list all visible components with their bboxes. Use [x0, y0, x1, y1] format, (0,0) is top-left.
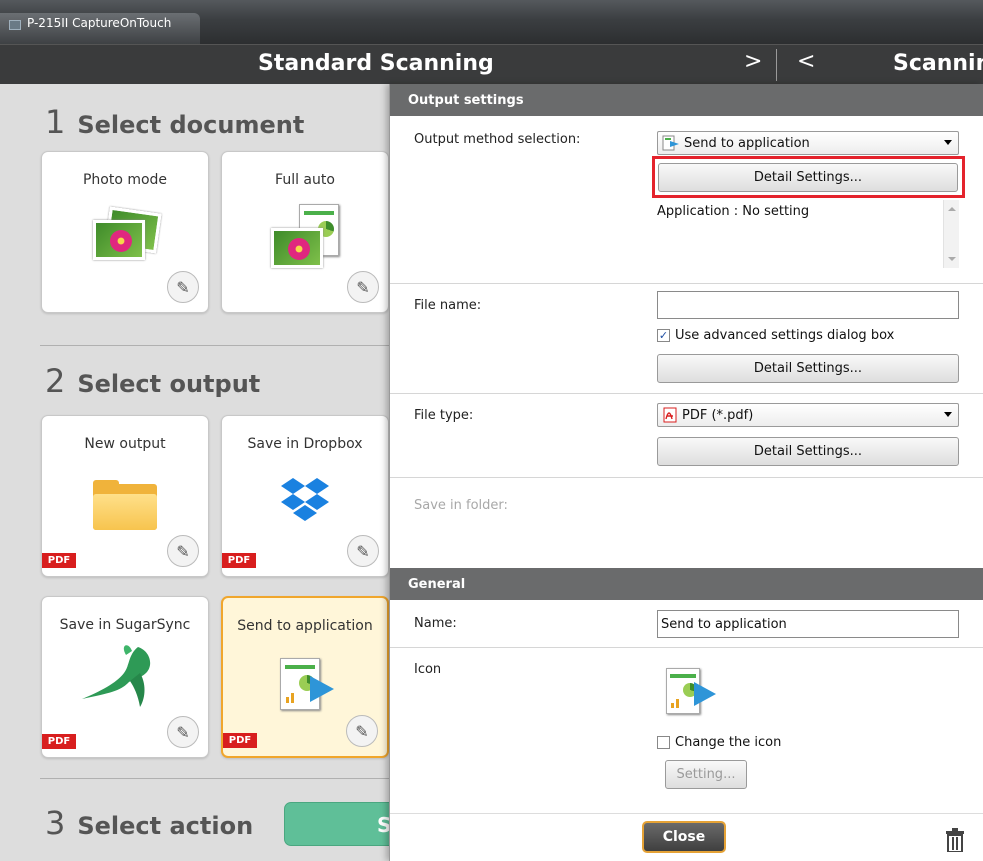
card-save-in-dropbox[interactable]: Save in Dropbox PDF ✎	[221, 415, 389, 577]
checkbox-unchecked[interactable]	[657, 736, 670, 749]
scanner-app-icon	[9, 20, 21, 30]
card-label: Save in SugarSync	[59, 617, 191, 633]
photo-icon	[85, 206, 165, 270]
section-number: 3	[45, 804, 66, 842]
pdf-file-icon	[663, 407, 677, 423]
file-type-value: PDF (*.pdf)	[682, 408, 754, 423]
hummingbird-icon	[80, 643, 170, 713]
general-heading: General	[390, 568, 983, 600]
edit-pencil-icon[interactable]: ✎	[346, 715, 378, 747]
output-method-label: Output method selection:	[414, 132, 581, 147]
card-photo-mode[interactable]: Photo mode ✎	[41, 151, 209, 313]
pdf-badge: PDF	[42, 734, 76, 749]
output-method-row: Output method selection: Send to applica…	[390, 116, 983, 284]
mode-header: Standard Scanning > < Scanning	[0, 44, 983, 84]
file-type-select[interactable]: PDF (*.pdf)	[657, 403, 959, 427]
card-full-auto[interactable]: Full auto ✎	[221, 151, 389, 313]
section-number: 1	[45, 103, 66, 141]
section-select-output: 2 Select output	[45, 362, 260, 400]
send-to-application-icon	[666, 668, 724, 724]
name-row: Name: Send to application	[390, 600, 983, 648]
save-in-folder-row: Save in folder:	[390, 478, 983, 568]
chevron-right-icon[interactable]: >	[744, 49, 762, 74]
section-select-action: 3 Select action	[45, 804, 253, 842]
file-type-label: File type:	[414, 408, 474, 423]
file-name-detail-button[interactable]: Detail Settings...	[657, 354, 959, 383]
icon-label: Icon	[414, 662, 442, 677]
scroll-up-arrow-icon[interactable]	[948, 207, 956, 211]
close-button[interactable]: Close	[642, 821, 726, 853]
section-divider	[40, 778, 390, 779]
folder-icon	[93, 480, 157, 530]
highlight-box	[652, 156, 965, 198]
application-info-text: Application : No setting	[657, 204, 810, 219]
application-info-box: Application : No setting	[655, 200, 959, 268]
section-title: Select document	[77, 111, 305, 139]
file-name-input[interactable]	[657, 291, 959, 319]
chevron-left-icon[interactable]: <	[797, 49, 815, 74]
dropdown-caret-icon	[944, 140, 952, 145]
section-select-document: 1 Select document	[45, 103, 304, 141]
name-input[interactable]: Send to application	[657, 610, 959, 638]
application-info-scrollbar[interactable]	[943, 200, 959, 268]
dropbox-icon	[279, 478, 331, 528]
icon-row: Icon Change the icon Setting...	[390, 648, 983, 813]
scroll-down-arrow-icon[interactable]	[948, 257, 956, 261]
output-method-value: Send to application	[684, 136, 810, 151]
file-type-detail-button[interactable]: Detail Settings...	[657, 437, 959, 466]
output-settings-heading: Output settings	[390, 84, 983, 116]
panel-footer: Close	[390, 813, 983, 861]
trash-icon[interactable]	[945, 828, 965, 852]
edit-pencil-icon[interactable]: ✎	[167, 535, 199, 567]
edit-pencil-icon[interactable]: ✎	[347, 535, 379, 567]
window-title: P-215II CaptureOnTouch	[27, 16, 172, 30]
card-new-output[interactable]: New output PDF ✎	[41, 415, 209, 577]
send-to-application-icon	[662, 135, 679, 151]
window-title-bar: P-215II CaptureOnTouch	[0, 0, 983, 44]
card-label: Photo mode	[82, 172, 168, 188]
save-in-folder-label: Save in folder:	[414, 498, 508, 513]
edit-pencil-icon[interactable]: ✎	[167, 271, 199, 303]
card-send-to-application[interactable]: Send to application PDF ✎	[221, 596, 389, 758]
icon-setting-button[interactable]: Setting...	[665, 760, 747, 789]
section-title: Select output	[77, 370, 261, 398]
name-label: Name:	[414, 616, 457, 631]
header-separator	[776, 49, 777, 81]
card-label: Send to application	[237, 618, 373, 634]
output-method-select[interactable]: Send to application	[657, 131, 959, 155]
change-icon-checkbox[interactable]: Change the icon	[657, 735, 781, 750]
file-name-row: File name: ✓ Use advanced settings dialo…	[390, 284, 983, 394]
section-divider	[40, 345, 390, 346]
pdf-badge: PDF	[223, 733, 257, 748]
dropdown-caret-icon	[944, 412, 952, 417]
card-save-in-sugarsync[interactable]: Save in SugarSync PDF ✎	[41, 596, 209, 758]
header-title: Standard Scanning	[258, 51, 494, 76]
edit-pencil-icon[interactable]: ✎	[347, 271, 379, 303]
card-label: New output	[84, 436, 166, 452]
card-label: Full auto	[275, 172, 335, 188]
header-title-right: Scanning	[893, 51, 983, 76]
pdf-badge: PDF	[42, 553, 76, 568]
output-settings-panel: Output settings Output method selection:…	[389, 84, 983, 861]
file-name-label: File name:	[414, 298, 482, 313]
send-to-application-icon	[270, 658, 340, 714]
full-auto-icon	[265, 204, 345, 270]
edit-pencil-icon[interactable]: ✎	[167, 716, 199, 748]
pdf-badge: PDF	[222, 553, 256, 568]
change-icon-label: Change the icon	[675, 735, 782, 750]
section-number: 2	[45, 362, 66, 400]
file-type-row: File type: PDF (*.pdf) Detail Settings..…	[390, 394, 983, 478]
advanced-settings-label: Use advanced settings dialog box	[675, 328, 895, 343]
card-label: Save in Dropbox	[247, 436, 363, 452]
checkbox-checked[interactable]: ✓	[657, 329, 670, 342]
advanced-settings-checkbox[interactable]: ✓ Use advanced settings dialog box	[657, 328, 894, 343]
section-title: Select action	[77, 812, 254, 840]
scan-action-button[interactable]: S	[284, 802, 404, 846]
